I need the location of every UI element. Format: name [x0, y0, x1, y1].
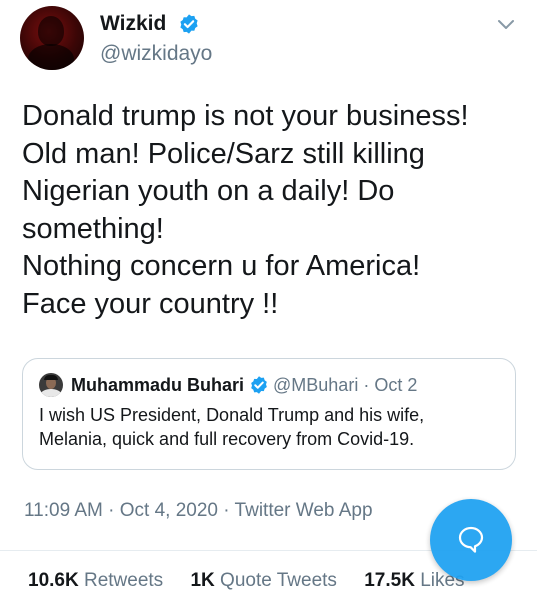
quoted-tweet[interactable]: Muhammadu Buhari @MBuhari · Oct 2 I wish…: [22, 358, 516, 470]
quoted-tweet-text: I wish US President, Donald Trump and hi…: [39, 403, 509, 451]
separator-dot: ·: [363, 375, 370, 395]
speech-bubble-icon: [458, 526, 484, 553]
retweets-stat[interactable]: 10.6K Retweets: [28, 570, 163, 591]
likes-count: 17.5K: [364, 570, 415, 591]
verified-badge-icon: [180, 14, 198, 34]
tweet-line: Face your country !!: [22, 287, 279, 320]
separator-dot: ·: [223, 500, 230, 521]
tweet-line: Nothing concern u for America!: [22, 250, 421, 282]
quoted-tweet-line: I wish US President, Donald Trump and hi…: [39, 405, 425, 425]
retweets-label: Retweets: [83, 570, 164, 591]
quoted-author-avatar[interactable]: [39, 373, 63, 397]
quoted-tweet-date[interactable]: Oct 2: [374, 375, 417, 395]
chevron-down-icon[interactable]: [496, 18, 516, 32]
tweet-card: Wizkid @wizkidayo Donald trump is not yo…: [0, 0, 537, 603]
author-avatar[interactable]: [20, 6, 84, 70]
quoted-author-name[interactable]: Muhammadu Buhari: [71, 375, 244, 395]
tweet-line: something!: [22, 212, 164, 245]
verified-badge-icon: [251, 376, 267, 394]
retweets-count: 10.6K: [28, 570, 79, 591]
author-name[interactable]: Wizkid: [100, 12, 166, 36]
quote-tweets-stat[interactable]: 1K Quote Tweets: [190, 570, 336, 591]
tweet-text: Donald trump is not your business! Old m…: [22, 98, 527, 323]
tweet-time[interactable]: 11:09 AM: [24, 500, 103, 521]
compose-button[interactable]: [430, 499, 512, 581]
quoted-tweet-header: Muhammadu Buhari @MBuhari · Oct 2: [71, 373, 417, 397]
tweet-line: Old man! Police/Sarz still killing: [22, 137, 425, 170]
tweet-line: Nigerian youth on a daily! Do: [22, 175, 395, 207]
separator-dot: ·: [108, 500, 115, 521]
quote-tweets-count: 1K: [190, 570, 215, 591]
tweet-date[interactable]: Oct 4, 2020: [120, 500, 218, 521]
tweet-meta: 11:09 AM · Oct 4, 2020 · Twitter Web App: [24, 500, 373, 522]
quote-tweets-label: Quote Tweets: [220, 570, 337, 591]
quoted-author-handle[interactable]: @MBuhari: [273, 375, 358, 395]
tweet-stats: 10.6K Retweets 1K Quote Tweets 17.5K Lik…: [28, 570, 487, 592]
tweet-source[interactable]: Twitter Web App: [235, 500, 373, 521]
author-handle[interactable]: @wizkidayo: [100, 42, 212, 66]
quoted-tweet-line: Melania, quick and full recovery from Co…: [39, 429, 415, 449]
tweet-line: Donald trump is not your business!: [22, 100, 469, 132]
